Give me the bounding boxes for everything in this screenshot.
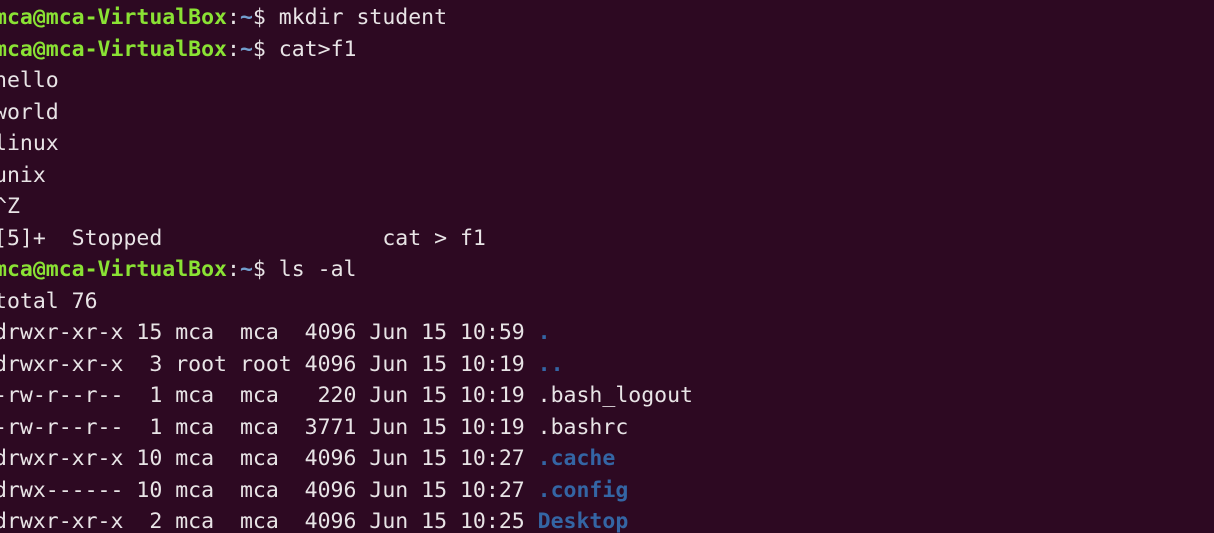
listing-row: drwxr-xr-x 15 mca mca 4096 Jun 15 10:59 … <box>0 317 551 349</box>
output-text: ^Z <box>0 194 20 219</box>
output-line: world <box>0 97 59 129</box>
prompt-path: ~ <box>239 257 253 282</box>
listing-meta: -rw-r--r-- 1 mca mca 220 Jun 15 10:19 <box>0 383 538 408</box>
listing-meta: drwxr-xr-x 10 mca mca 4096 Jun 15 10:27 <box>0 446 538 471</box>
output-text: unix <box>0 162 46 188</box>
directory-name: .cache <box>537 446 616 471</box>
command-text: ls -al <box>278 257 357 282</box>
prompt-line: mca@mca-VirtualBox:~$ cat>f1 <box>0 34 356 66</box>
listing-meta: drwxr-xr-x 15 mca mca 4096 Jun 15 10:59 <box>0 320 538 345</box>
output-line: ^Z <box>0 191 20 223</box>
listing-meta: drwxr-xr-x 2 mca mca 4096 Jun 15 10:25 <box>0 509 538 533</box>
listing-row: drwxr-xr-x 10 mca mca 4096 Jun 15 10:27 … <box>0 443 615 475</box>
output-line: hello <box>0 65 59 97</box>
prompt-dollar: $ <box>252 36 279 62</box>
output-text: hello <box>0 68 59 93</box>
output-line: linux <box>0 128 59 160</box>
directory-name: .. <box>537 351 564 377</box>
listing-row: drwx------ 10 mca mca 4096 Jun 15 10:27 … <box>0 475 628 507</box>
prompt-line: mca@mca-VirtualBox:~$ mkdir student <box>0 2 447 34</box>
prompt-user-host: mca@mca-VirtualBox <box>0 5 227 30</box>
output-text: [5]+ Stopped cat > f1 <box>0 225 486 251</box>
prompt-user-host: mca@mca-VirtualBox <box>0 36 227 62</box>
output-text: linux <box>0 131 59 156</box>
prompt-colon: : <box>227 5 240 30</box>
output-line: unix <box>0 160 46 192</box>
output-line: [5]+ Stopped cat > f1 <box>0 223 486 255</box>
prompt-dollar: $ <box>252 257 279 282</box>
prompt-colon: : <box>227 257 240 282</box>
file-name: .bashrc <box>537 414 629 440</box>
command-text: cat>f1 <box>278 36 357 62</box>
prompt-line: mca@mca-VirtualBox:~$ ls -al <box>0 254 356 286</box>
listing-row: drwxr-xr-x 3 root root 4096 Jun 15 10:19… <box>0 349 564 381</box>
terminal-window[interactable]: mca@mca-VirtualBox:~$ mkdir student mca@m… <box>0 0 1214 533</box>
listing-row: -rw-r--r-- 1 mca mca 220 Jun 15 10:19 .b… <box>0 380 693 412</box>
file-name: .bash_logout <box>537 383 693 408</box>
directory-name: .config <box>537 477 629 503</box>
listing-meta: drwxr-xr-x 3 root root 4096 Jun 15 10:19 <box>0 351 538 377</box>
listing-meta: -rw-r--r-- 1 mca mca 3771 Jun 15 10:19 <box>0 414 538 440</box>
prompt-path: ~ <box>239 5 253 30</box>
listing-row: drwxr-xr-x 2 mca mca 4096 Jun 15 10:25 D… <box>0 506 628 533</box>
output-line: total 76 <box>0 286 98 318</box>
directory-name: Desktop <box>537 509 629 533</box>
prompt-dollar: $ <box>252 5 279 30</box>
prompt-path: ~ <box>239 36 253 62</box>
output-text: world <box>0 99 59 125</box>
prompt-colon: : <box>227 36 240 62</box>
prompt-user-host: mca@mca-VirtualBox <box>0 257 227 282</box>
listing-meta: drwx------ 10 mca mca 4096 Jun 15 10:27 <box>0 477 538 503</box>
output-text: total 76 <box>0 288 98 314</box>
directory-name: . <box>537 320 551 345</box>
command-text: mkdir student <box>278 5 448 30</box>
listing-row: -rw-r--r-- 1 mca mca 3771 Jun 15 10:19 .… <box>0 412 628 444</box>
